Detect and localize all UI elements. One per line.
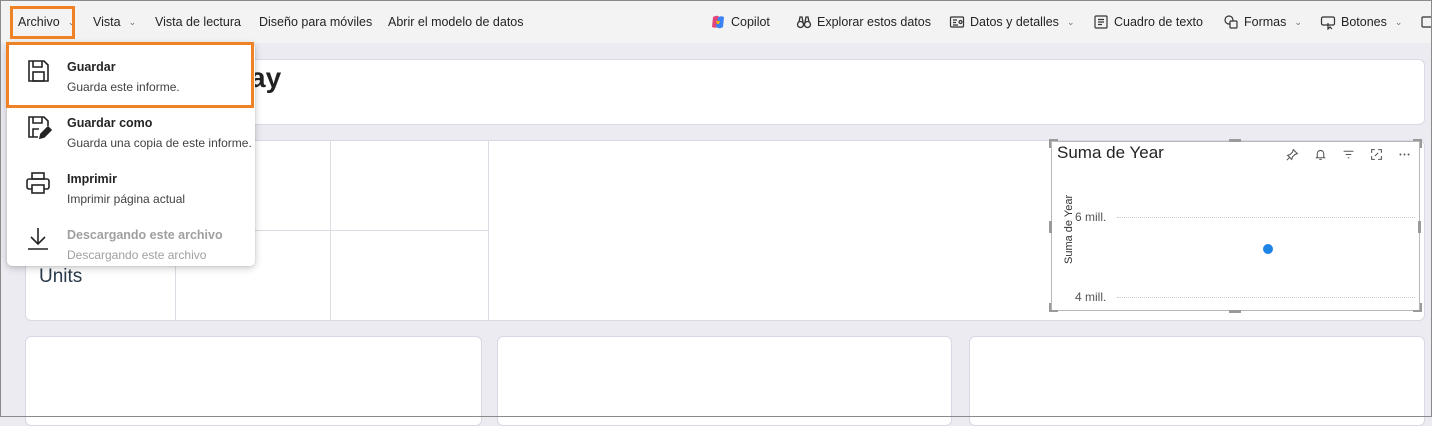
- resize-handle[interactable]: [1418, 221, 1421, 233]
- chevron-down-icon: ⌄: [1066, 16, 1075, 27]
- vista-lectura-button[interactable]: Vista de lectura: [155, 1, 241, 43]
- copilot-icon: [710, 14, 726, 30]
- archivo-highlight: [10, 6, 75, 39]
- menu-item-desc: Guarda una copia de este informe.: [67, 136, 252, 150]
- more-options-icon[interactable]: [1396, 146, 1413, 163]
- chevron-down-icon: ⌄: [1394, 16, 1403, 27]
- menu-item-title: Descargando este archivo: [67, 228, 223, 242]
- y-tick-label: 6 mill.: [1075, 210, 1107, 224]
- vista-lectura-label: Vista de lectura: [155, 15, 241, 29]
- resize-handle[interactable]: [1049, 303, 1051, 312]
- menu-item-guardar-como[interactable]: Guardar como Guarda una copia de este in…: [7, 102, 255, 158]
- datos-detalles-label: Datos y detalles: [970, 15, 1059, 29]
- explorar-datos-button[interactable]: Explorar estos datos: [796, 1, 931, 43]
- resize-handle[interactable]: [1049, 139, 1051, 148]
- menu-item-desc: Descargando este archivo: [67, 248, 207, 262]
- save-as-icon: [23, 112, 53, 142]
- text-box-icon: [1093, 14, 1109, 30]
- cuadro-texto-label: Cuadro de texto: [1114, 15, 1203, 29]
- abrir-modelo-label: Abrir el modelo de datos: [388, 15, 524, 29]
- explorar-label: Explorar estos datos: [817, 15, 931, 29]
- visual-title: Suma de Year: [1057, 143, 1164, 162]
- diseno-moviles-button[interactable]: Diseño para móviles: [259, 1, 372, 43]
- bottom-card-1: [25, 336, 482, 426]
- datos-detalles-button[interactable]: Datos y detalles ⌄: [949, 1, 1074, 43]
- formas-button[interactable]: Formas ⌄: [1223, 1, 1302, 43]
- resize-handle[interactable]: [1229, 310, 1241, 313]
- botones-button[interactable]: Botones ⌄: [1320, 1, 1402, 43]
- visual-header-icons: [1284, 146, 1413, 163]
- botones-label: Botones: [1341, 15, 1387, 29]
- menu-item-desc: Imprimir página actual: [67, 192, 186, 206]
- resize-handle[interactable]: [1049, 221, 1052, 233]
- y-axis-label: Suma de Year: [1063, 194, 1075, 264]
- overflow-ribbon-icon[interactable]: [1421, 1, 1432, 43]
- chevron-down-icon: ⌄: [1294, 16, 1302, 27]
- formas-label: Formas: [1244, 15, 1287, 29]
- matrix-divider: [488, 141, 489, 320]
- vista-menu-button[interactable]: Vista ⌄: [93, 1, 136, 43]
- diseno-moviles-label: Diseño para móviles: [259, 15, 373, 29]
- resize-handle[interactable]: [1420, 303, 1422, 312]
- data-point[interactable]: [1263, 244, 1273, 254]
- bottom-card-3: [969, 336, 1425, 426]
- ribbon-toolbar: Archivo ⌄ Vista ⌄ Vista de lectura Diseño …: [1, 1, 1432, 43]
- menu-item-descargando: Descargando este archivo Descargando est…: [7, 214, 255, 270]
- button-icon: [1320, 14, 1336, 30]
- resize-handle[interactable]: [1229, 139, 1241, 142]
- abrir-modelo-button[interactable]: Abrir el modelo de datos: [388, 1, 524, 43]
- binoculars-icon: [796, 14, 812, 30]
- filter-icon[interactable]: [1340, 146, 1357, 163]
- shapes-icon: [1223, 14, 1239, 30]
- cuadro-texto-button[interactable]: Cuadro de texto: [1093, 1, 1203, 43]
- resize-handle[interactable]: [1420, 139, 1422, 148]
- focus-mode-icon[interactable]: [1368, 146, 1385, 163]
- suma-year-visual[interactable]: Suma de Year Suma de Year 6 mill. 4 mill…: [1051, 141, 1420, 311]
- menu-item-title: Guardar como: [67, 116, 153, 130]
- y-tick-label: 4 mill.: [1075, 290, 1107, 304]
- gridline: [1117, 297, 1415, 298]
- copilot-label: Copilot: [731, 15, 770, 29]
- data-details-icon: [949, 14, 965, 30]
- menu-item-imprimir[interactable]: Imprimir Imprimir página actual: [7, 158, 255, 214]
- menu-item-title: Imprimir: [67, 172, 118, 186]
- gridline: [1117, 217, 1415, 218]
- vista-label: Vista: [93, 15, 121, 29]
- copilot-button[interactable]: Copilot: [710, 1, 770, 43]
- pin-icon[interactable]: [1284, 146, 1301, 163]
- bottom-card-2: [497, 336, 952, 426]
- bell-icon[interactable]: [1312, 146, 1329, 163]
- download-icon: [23, 224, 53, 254]
- chevron-down-icon: ⌄: [128, 16, 137, 27]
- guardar-highlight: [6, 42, 254, 108]
- printer-icon: [23, 168, 53, 198]
